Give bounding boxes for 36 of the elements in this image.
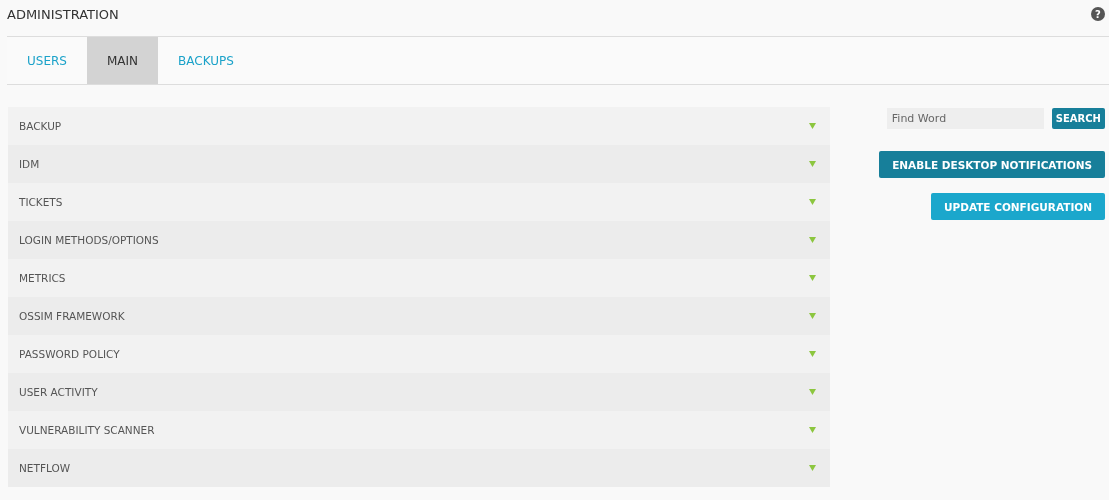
section-title: VULNERABILITY SCANNER (19, 424, 155, 436)
search-button[interactable]: SEARCH (1051, 108, 1105, 129)
section-title: TICKETS (19, 196, 63, 208)
section-header[interactable]: USER ACTIVITY (8, 373, 830, 411)
caret-icon (809, 199, 816, 205)
caret-icon (809, 389, 816, 395)
section-title: LOGIN METHODS/OPTIONS (19, 234, 159, 246)
search-field[interactable]: Find Word (886, 108, 1044, 129)
caret-icon (809, 313, 816, 319)
section-header[interactable]: PASSWORD POLICY (8, 335, 830, 373)
section-title: BACKUP (19, 120, 62, 132)
section-title: IDM (19, 158, 40, 170)
section-title: OSSIM FRAMEWORK (19, 310, 125, 322)
section-title: PASSWORD POLICY (19, 348, 120, 360)
caret-icon (809, 237, 816, 243)
section-title: NETFLOW (19, 462, 71, 474)
section-header[interactable]: VULNERABILITY SCANNER (8, 411, 830, 449)
section-header[interactable]: OSSIM FRAMEWORK (8, 297, 830, 335)
caret-icon (809, 275, 816, 281)
caret-icon (809, 123, 816, 129)
action-button[interactable]: ENABLE DESKTOP NOTIFICATIONS (879, 151, 1105, 178)
caret-icon (809, 427, 816, 433)
tab[interactable]: MAIN (86, 37, 158, 84)
help-icon[interactable]: ? (1091, 7, 1105, 21)
page-title: ADMINISTRATION (7, 6, 119, 22)
section-header[interactable]: IDM (8, 145, 830, 183)
section-header[interactable]: METRICS (8, 259, 830, 297)
section-header[interactable]: BACKUP (8, 107, 830, 145)
caret-icon (809, 351, 816, 357)
caret-icon (809, 465, 816, 471)
section-header[interactable]: NETFLOW (8, 449, 830, 487)
caret-icon (809, 161, 816, 167)
section-title: METRICS (19, 272, 66, 284)
section-header[interactable]: TICKETS (8, 183, 830, 221)
section-title: USER ACTIVITY (19, 386, 98, 398)
section-header[interactable]: LOGIN METHODS/OPTIONS (8, 221, 830, 259)
